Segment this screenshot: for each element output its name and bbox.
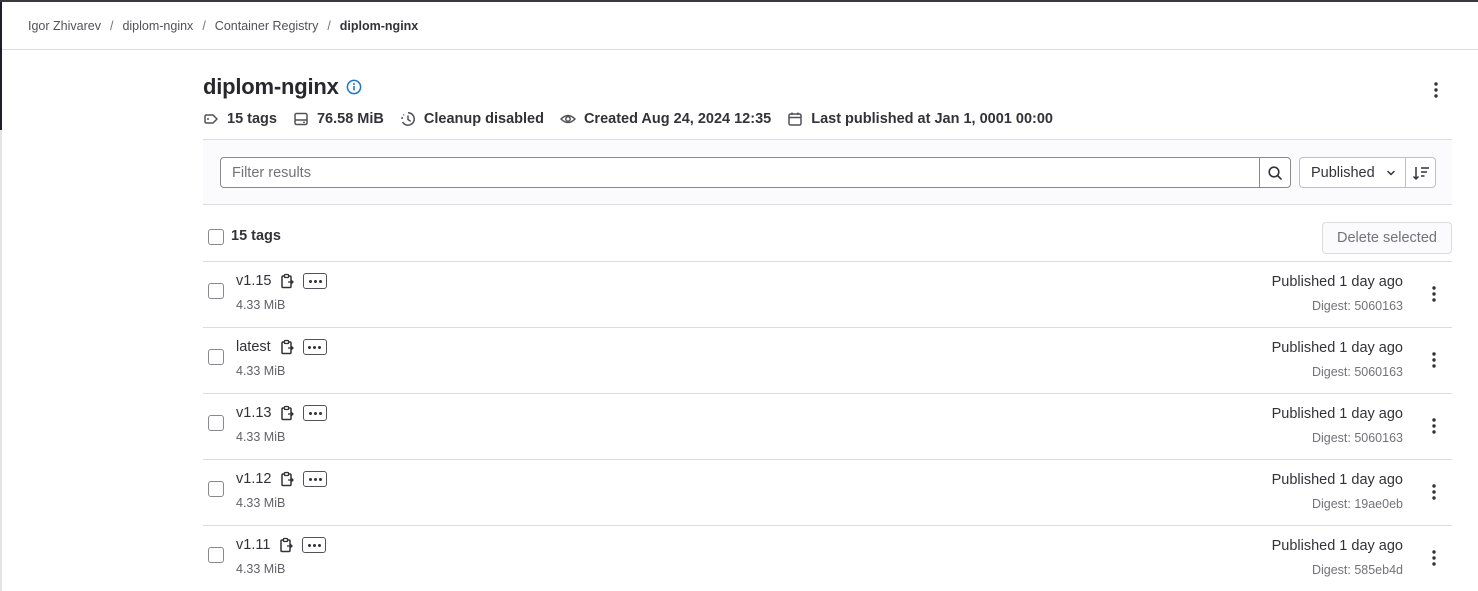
breadcrumb-container-registry[interactable]: Container Registry [215, 19, 319, 33]
search-button[interactable] [1259, 157, 1291, 188]
tag-size: 4.33 MiB [236, 298, 286, 312]
tag-actions-button[interactable] [1422, 282, 1446, 306]
tag-actions-button[interactable] [1422, 480, 1446, 504]
tag-actions-button[interactable] [1422, 414, 1446, 438]
breadcrumb-separator: / [109, 18, 114, 33]
tag-digest: Digest: 19ae0eb [1311, 497, 1403, 511]
breadcrumb: Igor Zhivarev / diplom-nginx / Container… [2, 2, 1478, 50]
calendar-icon [788, 112, 802, 126]
copy-icon[interactable] [279, 339, 295, 355]
expand-details-button[interactable] [302, 339, 327, 355]
meta-cleanup: Cleanup disabled [400, 111, 544, 127]
expand-details-button[interactable] [303, 405, 328, 421]
tag-published: Published 1 day ago [1271, 538, 1403, 554]
tag-digest: Digest: 5060163 [1311, 299, 1403, 313]
sort-dropdown-label: Published [1311, 164, 1375, 181]
meta-last-published-text: Last published at Jan 1, 0001 00:00 [811, 111, 1053, 127]
meta-size: 76.58 MiB [293, 111, 384, 127]
meta-last-published: Last published at Jan 1, 0001 00:00 [787, 111, 1053, 127]
tag-checkbox[interactable] [208, 349, 224, 365]
tag-row: latest 4.33 MiB Published 1 day ago Dige… [203, 328, 1452, 394]
tag-name: v1.15 [236, 273, 272, 289]
kebab-icon [1432, 418, 1436, 434]
tag-published: Published 1 day ago [1271, 472, 1403, 488]
tag-digest: Digest: 585eb4d [1311, 563, 1403, 577]
eye-icon [559, 114, 576, 124]
kebab-icon [1432, 550, 1436, 566]
tag-name-line: latest [236, 339, 327, 355]
title-row: diplom-nginx [203, 74, 362, 100]
breadcrumb-separator: / [202, 18, 206, 33]
tag-size: 4.33 MiB [236, 562, 286, 576]
tag-published: Published 1 day ago [1271, 406, 1403, 422]
tag-name: v1.11 [236, 537, 271, 553]
tag-name: v1.12 [236, 471, 272, 487]
disk-icon [294, 112, 308, 126]
copy-icon[interactable] [279, 405, 295, 421]
select-all-checkbox[interactable] [208, 229, 224, 245]
tag-size: 4.33 MiB [236, 364, 286, 378]
meta-tags-text: 15 tags [227, 111, 277, 127]
meta-created: Created Aug 24, 2024 12:35 [559, 111, 772, 127]
kebab-icon [1432, 286, 1436, 302]
meta-cleanup-text: Cleanup disabled [423, 111, 544, 127]
tags-list: v1.15 4.33 MiB Published 1 day ago Diges… [203, 262, 1452, 591]
meta-size-text: 76.58 MiB [316, 111, 384, 127]
sort-dropdown[interactable]: Published [1299, 157, 1406, 188]
kebab-icon [1434, 82, 1438, 98]
filter-bar: Published [203, 139, 1452, 205]
expand-details-button[interactable] [303, 471, 328, 487]
kebab-icon [1432, 352, 1436, 368]
tag-name-line: v1.13 [236, 405, 328, 421]
tags-count: 15 tags [231, 228, 281, 244]
chevron-down-icon [1387, 170, 1395, 176]
breadcrumb-user[interactable]: Igor Zhivarev [28, 19, 101, 33]
breadcrumb-current[interactable]: diplom-nginx [340, 19, 418, 33]
tags-list-header: 15 tags Delete selected [203, 205, 1452, 262]
info-icon[interactable] [346, 79, 362, 95]
tag-checkbox[interactable] [208, 283, 224, 299]
meta-created-text: Created Aug 24, 2024 12:35 [583, 111, 772, 127]
breadcrumb-separator: / [327, 18, 331, 33]
copy-icon[interactable] [278, 537, 294, 553]
sort-direction-button[interactable] [1405, 157, 1436, 188]
sort-lowest-icon [1412, 166, 1429, 180]
tag-row: v1.15 4.33 MiB Published 1 day ago Diges… [203, 262, 1452, 328]
tag-checkbox[interactable] [208, 481, 224, 497]
kebab-icon [1432, 484, 1436, 500]
expand-details-button[interactable] [302, 537, 327, 553]
tag-name-line: v1.15 [236, 273, 328, 289]
tag-digest: Digest: 5060163 [1311, 431, 1403, 445]
filter-input[interactable] [220, 157, 1260, 188]
tag-size: 4.33 MiB [236, 430, 286, 444]
tag-checkbox[interactable] [208, 547, 224, 563]
sidebar-edge-lower [0, 130, 2, 591]
tag-size: 4.33 MiB [236, 496, 286, 510]
more-actions-button[interactable] [1424, 78, 1448, 102]
tag-published: Published 1 day ago [1271, 340, 1403, 356]
tag-row: v1.11 4.33 MiB Published 1 day ago Diges… [203, 526, 1452, 591]
meta-tags: 15 tags [203, 111, 277, 127]
tag-name: latest [236, 339, 271, 355]
tag-checkbox[interactable] [208, 415, 224, 431]
copy-icon[interactable] [279, 273, 295, 289]
tag-name-line: v1.12 [236, 471, 328, 487]
tag-name: v1.13 [236, 405, 272, 421]
search-icon [1268, 165, 1282, 180]
breadcrumb-project[interactable]: diplom-nginx [122, 19, 193, 33]
copy-icon[interactable] [279, 471, 295, 487]
page-title: diplom-nginx [203, 74, 339, 99]
tag-digest: Digest: 5060163 [1311, 365, 1403, 379]
tag-actions-button[interactable] [1422, 546, 1446, 570]
tag-published: Published 1 day ago [1271, 274, 1403, 290]
expand-details-button[interactable] [303, 273, 328, 289]
delete-selected-button[interactable]: Delete selected [1322, 222, 1452, 254]
tag-row: v1.12 4.33 MiB Published 1 day ago Diges… [203, 460, 1452, 526]
tag-actions-button[interactable] [1422, 348, 1446, 372]
repository-meta: 15 tags 76.58 MiB Cleanup disabled Creat… [203, 111, 1069, 127]
tag-icon [204, 114, 218, 124]
clock-dashed-icon [401, 112, 415, 126]
tag-name-line: v1.11 [236, 537, 327, 553]
tag-row: v1.13 4.33 MiB Published 1 day ago Diges… [203, 394, 1452, 460]
